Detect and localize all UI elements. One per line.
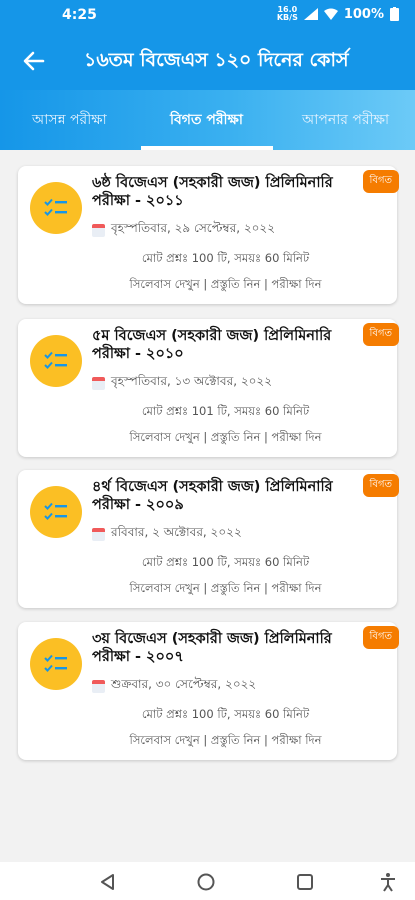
exam-date-text: বৃহস্পতিবার, ২৯ সেপ্টেম্বর, ২০২২ xyxy=(111,221,276,235)
app-bar: ১৬তম বিজেএস ১২০ দিনের কোর্স xyxy=(0,32,415,90)
active-tab-indicator xyxy=(141,146,273,150)
exam-title: ৬ষ্ঠ বিজেএস (সহকারী জজ) প্রিলিমিনারি পরী… xyxy=(92,175,333,209)
exam-date-text: শুক্রবার, ৩০ সেপ্টেম্বর, ২০২২ xyxy=(111,677,257,691)
tab-past-exams[interactable]: বিগত পরীক্ষা xyxy=(170,108,243,132)
signal-icon xyxy=(303,8,318,20)
page-title: ১৬তম বিজেএস ১২০ দিনের কোর্স xyxy=(84,49,349,71)
status-time: 4:25 xyxy=(62,7,97,23)
calendar-icon xyxy=(92,376,105,390)
network-speed: 16.0 KB/S xyxy=(276,5,298,22)
calendar-icon xyxy=(92,527,105,541)
battery-percent: 100% xyxy=(343,6,384,22)
tab-bar: আসন্ন পরীক্ষা বিগত পরীক্ষা আপনার পরীক্ষা xyxy=(0,90,415,150)
exam-date-text: বৃহস্পতিবার, ১৩ অক্টোবর, ২০২২ xyxy=(111,374,273,388)
status-bar: 4:25 16.0 KB/S 100% xyxy=(0,0,415,32)
exam-title: ৫ম বিজেএস (সহকারী জজ) প্রিলিমিনারি পরীক্… xyxy=(92,328,332,362)
exam-actions[interactable]: সিলেবাস দেখুন | প্রস্তুতি নিন | পরীক্ষা … xyxy=(18,276,397,295)
nav-back-icon[interactable] xyxy=(98,872,118,892)
status-badge: বিগত xyxy=(362,323,399,346)
exam-date-text: রবিবার, ২ অক্টোবর, ২০২২ xyxy=(111,525,242,539)
checklist-icon xyxy=(44,502,67,520)
exam-card[interactable]: বিগত ৩য় বিজেএস (সহকারী জজ) প্রিলিমিনারি… xyxy=(18,622,399,760)
exam-actions[interactable]: সিলেবাস দেখুন | প্রস্তুতি নিন | পরীক্ষা … xyxy=(18,732,397,751)
arrow-left-icon xyxy=(23,51,45,71)
exam-meta: মোট প্রশ্নঃ 101 টি, সময়ঃ 60 মিনিট xyxy=(141,404,310,418)
wifi-icon xyxy=(323,8,338,20)
status-badge: বিগত xyxy=(362,626,399,649)
exam-date: শুক্রবার, ৩০ সেপ্টেম্বর, ২০২২ xyxy=(92,676,256,696)
status-badge: বিগত xyxy=(362,474,399,497)
status-icons: 16.0 KB/S 100% xyxy=(277,6,399,22)
exam-meta: মোট প্রশ্নঃ 100 টি, সময়ঃ 60 মিনিট xyxy=(141,707,310,721)
exam-icon-circle xyxy=(30,182,82,234)
exam-actions[interactable]: সিলেবাস দেখুন | প্রস্তুতি নিন | পরীক্ষা … xyxy=(18,429,397,448)
exam-title: ৩য় বিজেএস (সহকারী জজ) প্রিলিমিনারি পরীক… xyxy=(92,631,332,665)
tab-upcoming-exams[interactable]: আসন্ন পরীক্ষা xyxy=(32,108,107,132)
accessibility-icon[interactable] xyxy=(378,872,398,892)
status-badge: বিগত xyxy=(362,170,399,193)
calendar-icon xyxy=(92,223,105,237)
back-button[interactable] xyxy=(18,45,50,77)
exam-icon-circle xyxy=(30,335,82,387)
tab-your-exams[interactable]: আপনার পরীক্ষা xyxy=(302,108,389,132)
exam-meta: মোট প্রশ্নঃ 100 টি, সময়ঃ 60 মিনিট xyxy=(141,555,310,569)
exam-actions[interactable]: সিলেবাস দেখুন | প্রস্তুতি নিন | পরীক্ষা … xyxy=(18,580,397,599)
exam-card[interactable]: বিগত ৪র্থ বিজেএস (সহকারী জজ) প্রিলিমিনার… xyxy=(18,470,399,608)
battery-icon xyxy=(390,7,399,21)
exam-icon-circle xyxy=(30,638,82,690)
exam-date: রবিবার, ২ অক্টোবর, ২০২২ xyxy=(92,524,242,544)
exam-date: বৃহস্পতিবার, ২৯ সেপ্টেম্বর, ২০২২ xyxy=(92,220,275,240)
exam-date: বৃহস্পতিবার, ১৩ অক্টোবর, ২০২২ xyxy=(92,373,272,393)
nav-recents-icon[interactable] xyxy=(295,872,315,892)
exam-meta: মোট প্রশ্নঃ 100 টি, সময়ঃ 60 মিনিট xyxy=(141,251,310,265)
system-nav-bar xyxy=(0,862,415,900)
checklist-icon xyxy=(44,351,67,369)
exam-card[interactable]: বিগত ৫ম বিজেএস (সহকারী জজ) প্রিলিমিনারি … xyxy=(18,319,399,457)
checklist-icon xyxy=(44,198,67,216)
exam-title: ৪র্থ বিজেএস (সহকারী জজ) প্রিলিমিনারি পরী… xyxy=(92,479,333,513)
nav-home-icon[interactable] xyxy=(196,872,216,892)
exam-icon-circle xyxy=(30,486,82,538)
calendar-icon xyxy=(92,679,105,693)
exam-card[interactable]: বিগত ৬ষ্ঠ বিজেএস (সহকারী জজ) প্রিলিমিনার… xyxy=(18,166,399,304)
checklist-icon xyxy=(44,654,67,672)
